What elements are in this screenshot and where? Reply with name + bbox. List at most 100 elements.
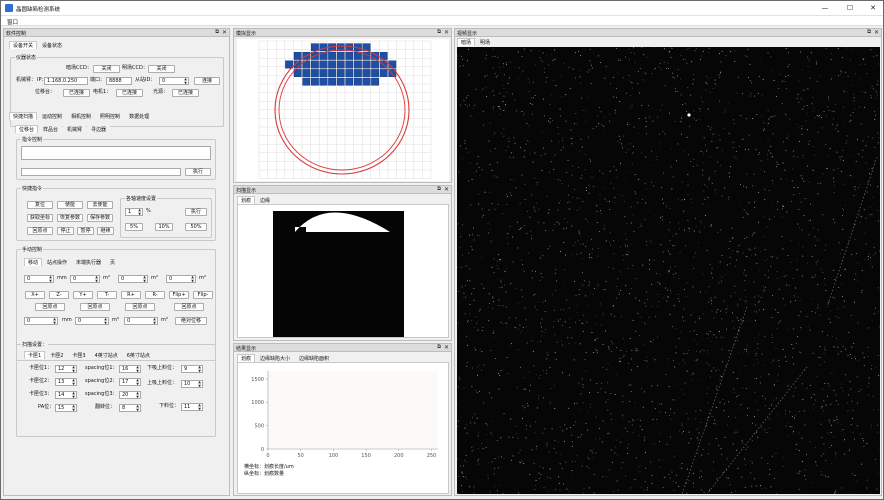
dock-close-icon[interactable]: ✕ [222,29,227,36]
spin-arrows-icon[interactable]: ▲ ▼ [191,275,194,283]
tab-move[interactable]: 移动 [24,258,43,266]
dock-close-icon[interactable]: ✕ [444,29,449,36]
absolute-move-button[interactable]: 绝对位移 [175,317,207,325]
dock-close-icon[interactable]: ✕ [444,344,449,351]
spin-arrows-icon[interactable]: ▲ ▼ [49,275,52,283]
cassette-pos-3-spinbox[interactable]: 14 ▲ ▼ [55,391,77,399]
tab-cassette-2[interactable]: 卡匣2 [46,351,68,359]
pa-pos-spinbox[interactable]: 15 ▲ ▼ [55,404,77,412]
spacing-1-spinbox[interactable]: 16 ▲ ▼ [119,365,141,373]
spin-arrows-icon[interactable]: ▲ ▼ [138,208,141,216]
move-t-spinbox[interactable]: 0 ▲ ▼ [118,275,148,283]
spin-arrows-icon[interactable]: ▲ ▼ [136,404,139,412]
tab-lighting-control[interactable]: 照明控制 [96,112,125,120]
stop-button[interactable]: 停止 [57,227,74,235]
abs-t-spinbox[interactable]: 0 ▲ ▼ [124,317,158,325]
enable-button[interactable]: 使能 [57,201,83,209]
tab-device-status[interactable]: 设备状态 [38,41,67,49]
home-axis-1-button[interactable]: 回原点 [35,303,65,311]
restore-params-button[interactable]: 恢复参数 [57,214,83,222]
move-r-spinbox[interactable]: 0 ▲ ▼ [166,275,196,283]
tab-result-scratch[interactable]: 划痕 [237,354,256,362]
tab-cassette-1[interactable]: 卡匣1 [24,351,46,359]
move-x-spinbox[interactable]: 0 ▲ ▼ [24,275,54,283]
tab-bright-field[interactable]: 明场 [476,38,495,46]
dock-close-icon[interactable]: ✕ [874,29,879,36]
dock-float-icon[interactable]: ⧉ [437,29,441,36]
tab-4inch-station[interactable]: 4英寸站点 [90,351,122,359]
abs-z-spinbox[interactable]: 0 ▲ ▼ [75,317,109,325]
spin-arrows-icon[interactable]: ▲ ▼ [95,275,98,283]
motor-status-button[interactable]: 已连接 [116,89,143,97]
spin-arrows-icon[interactable]: ▲ ▼ [72,378,75,386]
flip-minus-button[interactable]: Flip- [193,291,213,299]
r-plus-button[interactable]: R+ [121,291,141,299]
disable-button[interactable]: 去使能 [87,201,113,209]
close-window-button[interactable]: ✕ [867,3,879,13]
spin-arrows-icon[interactable]: ▲ ▼ [143,275,146,283]
spin-arrows-icon[interactable]: ▲ ▼ [104,317,107,325]
r-minus-button[interactable]: R- [145,291,165,299]
stage-status-button[interactable]: 已连接 [63,89,90,97]
spin-arrows-icon[interactable]: ▲ ▼ [72,365,75,373]
tab-end-effector[interactable]: 末端执行器 [72,258,106,266]
t-minus-button[interactable]: T- [97,291,117,299]
tab-data-processing[interactable]: 数据处理 [125,112,154,120]
slave-id-spinbox[interactable]: 0 ▲ ▼ [159,77,189,85]
speed-spinbox[interactable]: 1 ▲ ▼ [125,208,143,216]
cassette-pos-1-spinbox[interactable]: 12 ▲ ▼ [55,365,77,373]
tab-6inch-station[interactable]: 6英寸站点 [122,351,154,359]
command-line-input[interactable] [21,168,181,176]
spin-arrows-icon[interactable]: ▲ ▼ [136,365,139,373]
tab-stage[interactable]: 位移台 [15,125,39,133]
tab-device-switch[interactable]: 设备开关 [9,41,38,49]
tab-edge-finder[interactable]: 寻边器 [87,125,111,133]
minimize-button[interactable]: — [819,3,831,13]
home-button[interactable]: 回原点 [27,227,53,235]
unload-pos-spinbox[interactable]: 11 ▲ ▼ [181,403,203,411]
save-params-button[interactable]: 保存参数 [87,214,113,222]
bright-ccd-button[interactable]: 关闭 [148,65,175,73]
dock-float-icon[interactable]: ⧉ [867,29,871,36]
spin-arrows-icon[interactable]: ▲ ▼ [72,404,75,412]
speed-5-button[interactable]: 5% [125,223,143,231]
move-z-spinbox[interactable]: 0 ▲ ▼ [70,275,100,283]
dock-float-icon[interactable]: ⧉ [437,344,441,351]
flip-plus-button[interactable]: Flip+ [169,291,189,299]
flip-pos-spinbox[interactable]: 8 ▲ ▼ [119,404,141,412]
spin-arrows-icon[interactable]: ▲ ▼ [198,365,201,373]
tab-station-ops[interactable]: 站点操作 [43,258,72,266]
dock-float-icon[interactable]: ⧉ [215,29,219,36]
upper-suction-spinbox[interactable]: 10 ▲ ▼ [181,380,203,388]
spin-arrows-icon[interactable]: ▲ ▼ [136,378,139,386]
speed-10-button[interactable]: 10% [155,223,173,231]
dock-float-icon[interactable]: ⧉ [437,186,441,193]
resume-button[interactable]: 继续 [97,227,114,235]
abs-x-spinbox[interactable]: 0 ▲ ▼ [24,317,58,325]
x-plus-button[interactable]: X+ [25,291,45,299]
tab-camera-control[interactable]: 相机控制 [67,112,96,120]
home-axis-3-button[interactable]: 回原点 [125,303,155,311]
spin-arrows-icon[interactable]: ▲ ▼ [198,403,201,411]
maximize-button[interactable]: ☐ [844,3,856,13]
spin-arrows-icon[interactable]: ▲ ▼ [153,317,156,325]
tab-edge-defect-area[interactable]: 边缘缺陷面积 [295,354,334,362]
command-input[interactable] [21,146,211,160]
menu-window[interactable]: 窗口 [7,18,18,26]
z-minus-button[interactable]: Z- [49,291,69,299]
tab-robot-arm[interactable]: 机械臂 [63,125,87,133]
y-plus-button[interactable]: Y+ [73,291,93,299]
home-axis-2-button[interactable]: 回原点 [80,303,110,311]
ip-input[interactable]: 1.168.0.250 [44,77,88,85]
tab-quick-scan[interactable]: 快捷扫描 [9,112,38,120]
tab-scratch[interactable]: 划痕 [237,196,256,204]
spacing-3-spinbox[interactable]: 20 ▲ ▼ [119,391,141,399]
spacing-2-spinbox[interactable]: 17 ▲ ▼ [119,378,141,386]
spin-arrows-icon[interactable]: ▲ ▼ [136,391,139,399]
tab-edge-defect-size[interactable]: 边缘缺陷大小 [256,354,295,362]
pause-button[interactable]: 暂停 [77,227,94,235]
tab-edge[interactable]: 边缘 [256,196,275,204]
tab-cassette-3[interactable]: 卡匣3 [68,351,90,359]
get-coords-button[interactable]: 获取坐标 [27,214,53,222]
dark-ccd-button[interactable]: 关闭 [93,65,120,73]
